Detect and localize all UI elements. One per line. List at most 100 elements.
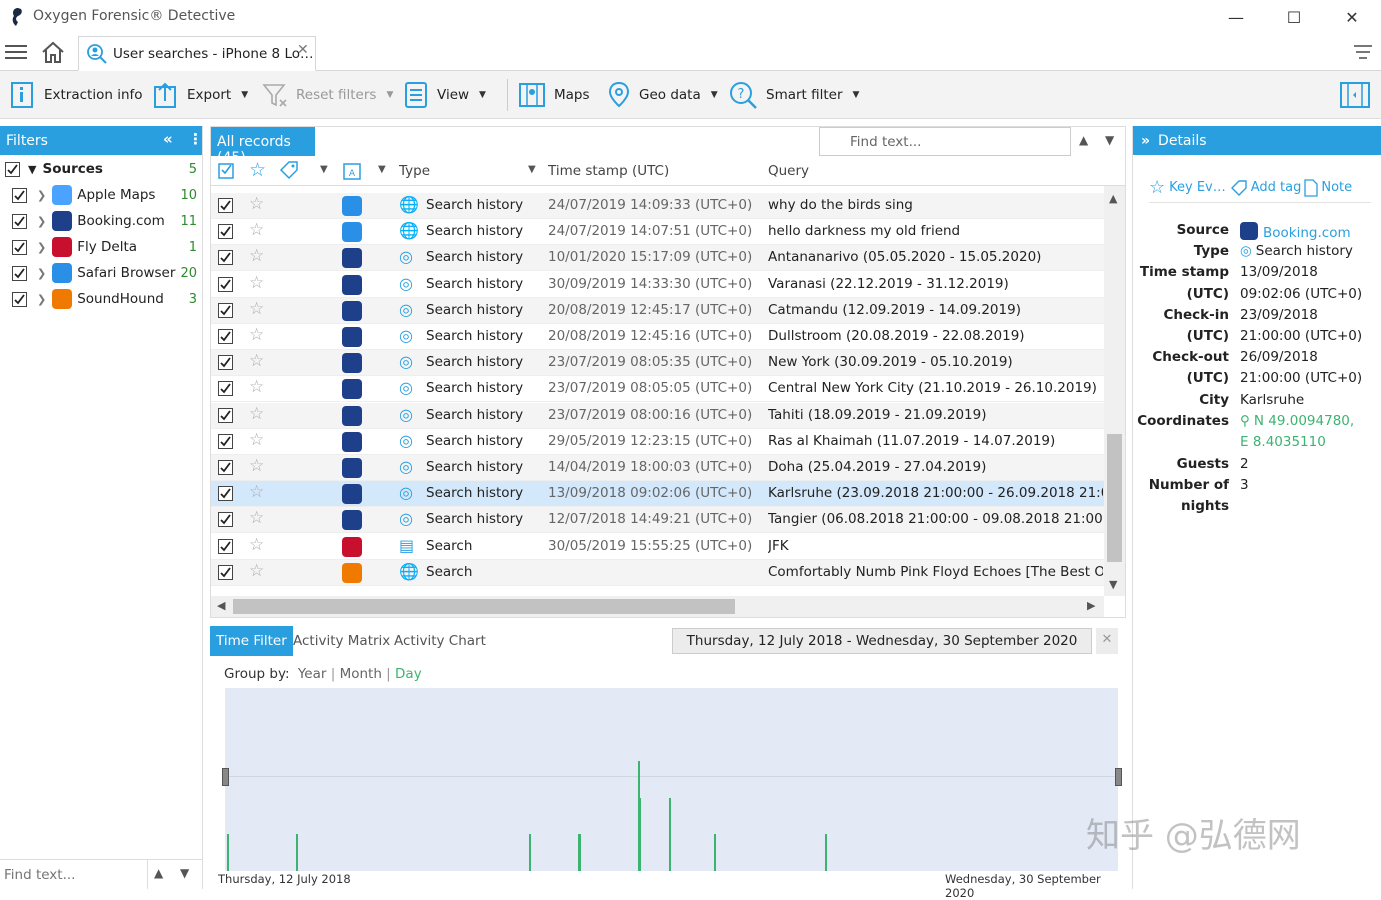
chevron-right-icon[interactable]: ❯ bbox=[37, 241, 46, 254]
chevron-down-icon[interactable]: ▼ bbox=[180, 866, 189, 880]
source-item[interactable]: ❯ Fly Delta 1 bbox=[0, 234, 203, 260]
star-icon[interactable]: ☆ bbox=[249, 404, 264, 424]
table-row[interactable]: ☆ ◎ Search history 20/08/2019 12:45:17 (UTC… bbox=[211, 297, 1104, 324]
minimize-icon[interactable]: — bbox=[1207, 0, 1265, 34]
star-icon[interactable]: ☆ bbox=[249, 482, 264, 502]
table-row[interactable]: ☆ ◎ Search history 23/07/2019 08:05:35 (UTC… bbox=[211, 350, 1104, 377]
chevron-down-icon[interactable]: ▼ bbox=[528, 164, 536, 175]
source-checkbox[interactable] bbox=[12, 213, 27, 229]
chevron-up-icon[interactable]: ▲ bbox=[154, 866, 163, 880]
sources-checkbox[interactable] bbox=[5, 161, 20, 177]
chevron-down-icon[interactable]: ▼ bbox=[378, 164, 386, 175]
row-checkbox[interactable] bbox=[218, 302, 233, 320]
tag-header-icon[interactable] bbox=[279, 160, 299, 180]
table-row[interactable]: ☆ ◎ Search history 20/08/2019 12:45:16 (UTC… bbox=[211, 324, 1104, 350]
source-value[interactable]: Booking.com bbox=[1240, 222, 1351, 241]
table-row[interactable]: ☆ ◎ Search history 23/07/2019 08:05:05 (UTC… bbox=[211, 376, 1104, 403]
export-button[interactable]: Export ▼ bbox=[153, 71, 248, 119]
table-row[interactable]: ☆ ◎ Search history 10/01/2020 15:17:09 (UTC… bbox=[211, 245, 1104, 272]
maps-button[interactable]: Maps bbox=[518, 71, 590, 119]
smart-filter-button[interactable]: ? Smart filter ▼ bbox=[728, 71, 859, 119]
table-row[interactable]: ☆ ◎ Search history 14/04/2019 18:00:03 (UTC… bbox=[211, 455, 1104, 481]
star-icon[interactable]: ☆ bbox=[249, 456, 264, 476]
star-icon[interactable]: ☆ bbox=[249, 220, 264, 240]
source-item[interactable]: ❯ Safari Browser 20 bbox=[0, 260, 203, 286]
hamburger-menu-icon[interactable] bbox=[5, 43, 27, 61]
close-icon[interactable]: ✕ bbox=[1323, 0, 1381, 34]
key-evidence-button[interactable]: Key Ev… bbox=[1169, 180, 1226, 195]
source-checkbox[interactable] bbox=[12, 239, 27, 255]
view-button[interactable]: View ▼ bbox=[403, 71, 486, 119]
table-row[interactable]: ☆ ◎ Search history 13/09/2018 09:02:06 (UTC… bbox=[211, 481, 1104, 508]
chevron-down-icon[interactable]: ▼ bbox=[1105, 133, 1114, 147]
home-icon[interactable] bbox=[40, 40, 66, 64]
star-icon[interactable]: ☆ bbox=[249, 561, 264, 581]
all-records-tab[interactable]: All records (45) bbox=[211, 127, 315, 166]
grid-find-input[interactable]: Find text... bbox=[819, 127, 1071, 156]
star-icon[interactable]: ☆ bbox=[249, 508, 264, 528]
chevron-right-icon[interactable]: ❯ bbox=[37, 189, 46, 202]
table-row[interactable]: ☆ ▤ Search 30/05/2019 15:55:25 (UTC+0) JFK bbox=[211, 534, 1104, 560]
horizontal-scrollbar[interactable]: ◀ ▶ bbox=[211, 596, 1104, 617]
table-row[interactable]: ☆ 🌐 Search history 24/07/2019 14:07:51 (UTC… bbox=[211, 219, 1104, 246]
row-checkbox[interactable] bbox=[218, 329, 233, 346]
filter-find-input[interactable] bbox=[0, 860, 148, 889]
range-handle-left[interactable] bbox=[222, 768, 229, 786]
source-item[interactable]: ❯ SoundHound 3 bbox=[0, 286, 203, 312]
row-checkbox[interactable] bbox=[218, 538, 233, 556]
source-item[interactable]: ❯ Apple Maps 10 bbox=[0, 182, 203, 208]
row-checkbox[interactable] bbox=[218, 198, 233, 215]
row-checkbox[interactable] bbox=[218, 512, 233, 529]
row-checkbox[interactable] bbox=[218, 250, 233, 267]
coordinates-lon[interactable]: E 8.4035110 bbox=[1240, 434, 1326, 450]
table-row[interactable]: ☆ ◎ Search history 12/07/2018 14:49:21 (UTC… bbox=[211, 507, 1104, 534]
extraction-info-button[interactable]: Extraction info bbox=[10, 71, 143, 119]
chevron-down-icon[interactable]: ▼ bbox=[320, 164, 328, 175]
star-icon[interactable]: ☆ bbox=[249, 535, 264, 555]
star-header-icon[interactable]: ☆ bbox=[249, 159, 266, 181]
source-checkbox[interactable] bbox=[12, 265, 27, 281]
source-checkbox[interactable] bbox=[12, 291, 27, 307]
range-handle-right[interactable] bbox=[1115, 768, 1122, 786]
star-icon[interactable]: ☆ bbox=[249, 325, 264, 345]
group-month-link[interactable]: Month bbox=[340, 666, 382, 682]
chevron-right-icon[interactable]: ❯ bbox=[37, 215, 46, 228]
chevron-right-icon[interactable]: ❯ bbox=[37, 267, 46, 280]
column-query[interactable]: Query bbox=[768, 163, 809, 179]
star-icon[interactable]: ☆ bbox=[249, 351, 264, 371]
geo-data-button[interactable]: Geo data ▼ bbox=[607, 71, 718, 119]
row-checkbox[interactable] bbox=[218, 433, 233, 451]
table-row[interactable]: ☆ 🌐 Search history 24/07/2019 14:09:33 (UTC… bbox=[211, 193, 1104, 219]
star-icon[interactable]: ☆ bbox=[249, 299, 264, 319]
column-type[interactable]: Type bbox=[399, 163, 430, 179]
note-button[interactable]: Note bbox=[1321, 180, 1352, 195]
scroll-right-icon[interactable]: ▶ bbox=[1087, 599, 1095, 612]
table-row[interactable]: ☆ ◎ Search history 23/07/2019 08:00:16 (UTC… bbox=[211, 402, 1104, 429]
activity-timeline-chart[interactable] bbox=[222, 688, 1122, 871]
coordinates-link[interactable]: ⚲ N 49.0094780, bbox=[1240, 413, 1354, 429]
scroll-down-icon[interactable]: ▼ bbox=[1109, 578, 1117, 591]
more-options-icon[interactable]: ⋮ bbox=[188, 130, 203, 148]
reset-filters-button[interactable]: Reset filters ▼ bbox=[262, 71, 393, 119]
vertical-scrollbar[interactable]: ▲ ▼ bbox=[1104, 186, 1125, 596]
chevron-up-icon[interactable]: ▲ bbox=[1079, 133, 1088, 147]
expand-icon[interactable]: » bbox=[1141, 133, 1150, 149]
column-time-stamp[interactable]: Time stamp (UTC) bbox=[548, 163, 669, 179]
collapse-icon[interactable]: « bbox=[163, 130, 173, 148]
chevron-right-icon[interactable]: ❯ bbox=[37, 293, 46, 306]
add-tag-button[interactable]: Add tag bbox=[1251, 180, 1302, 195]
source-checkbox[interactable] bbox=[12, 187, 27, 203]
chevron-down-icon[interactable]: ▼ bbox=[28, 163, 36, 176]
sources-group[interactable]: ▼ Sources 5 bbox=[0, 156, 203, 182]
row-checkbox[interactable] bbox=[218, 276, 233, 294]
row-checkbox[interactable] bbox=[218, 355, 233, 372]
scroll-left-icon[interactable]: ◀ bbox=[217, 599, 225, 612]
tab-activity-matrix[interactable]: Activity Matrix bbox=[287, 626, 396, 656]
scroll-up-icon[interactable]: ▲ bbox=[1109, 192, 1117, 205]
hscroll-thumb[interactable] bbox=[233, 599, 735, 614]
tab-time-filter[interactable]: Time Filter bbox=[210, 626, 293, 656]
star-icon[interactable]: ☆ bbox=[249, 194, 264, 214]
maximize-icon[interactable]: ☐ bbox=[1265, 0, 1323, 34]
table-row[interactable]: ☆ ◎ Search history 30/09/2019 14:33:30 (UTC… bbox=[211, 272, 1104, 298]
group-day-link[interactable]: Day bbox=[395, 666, 422, 682]
